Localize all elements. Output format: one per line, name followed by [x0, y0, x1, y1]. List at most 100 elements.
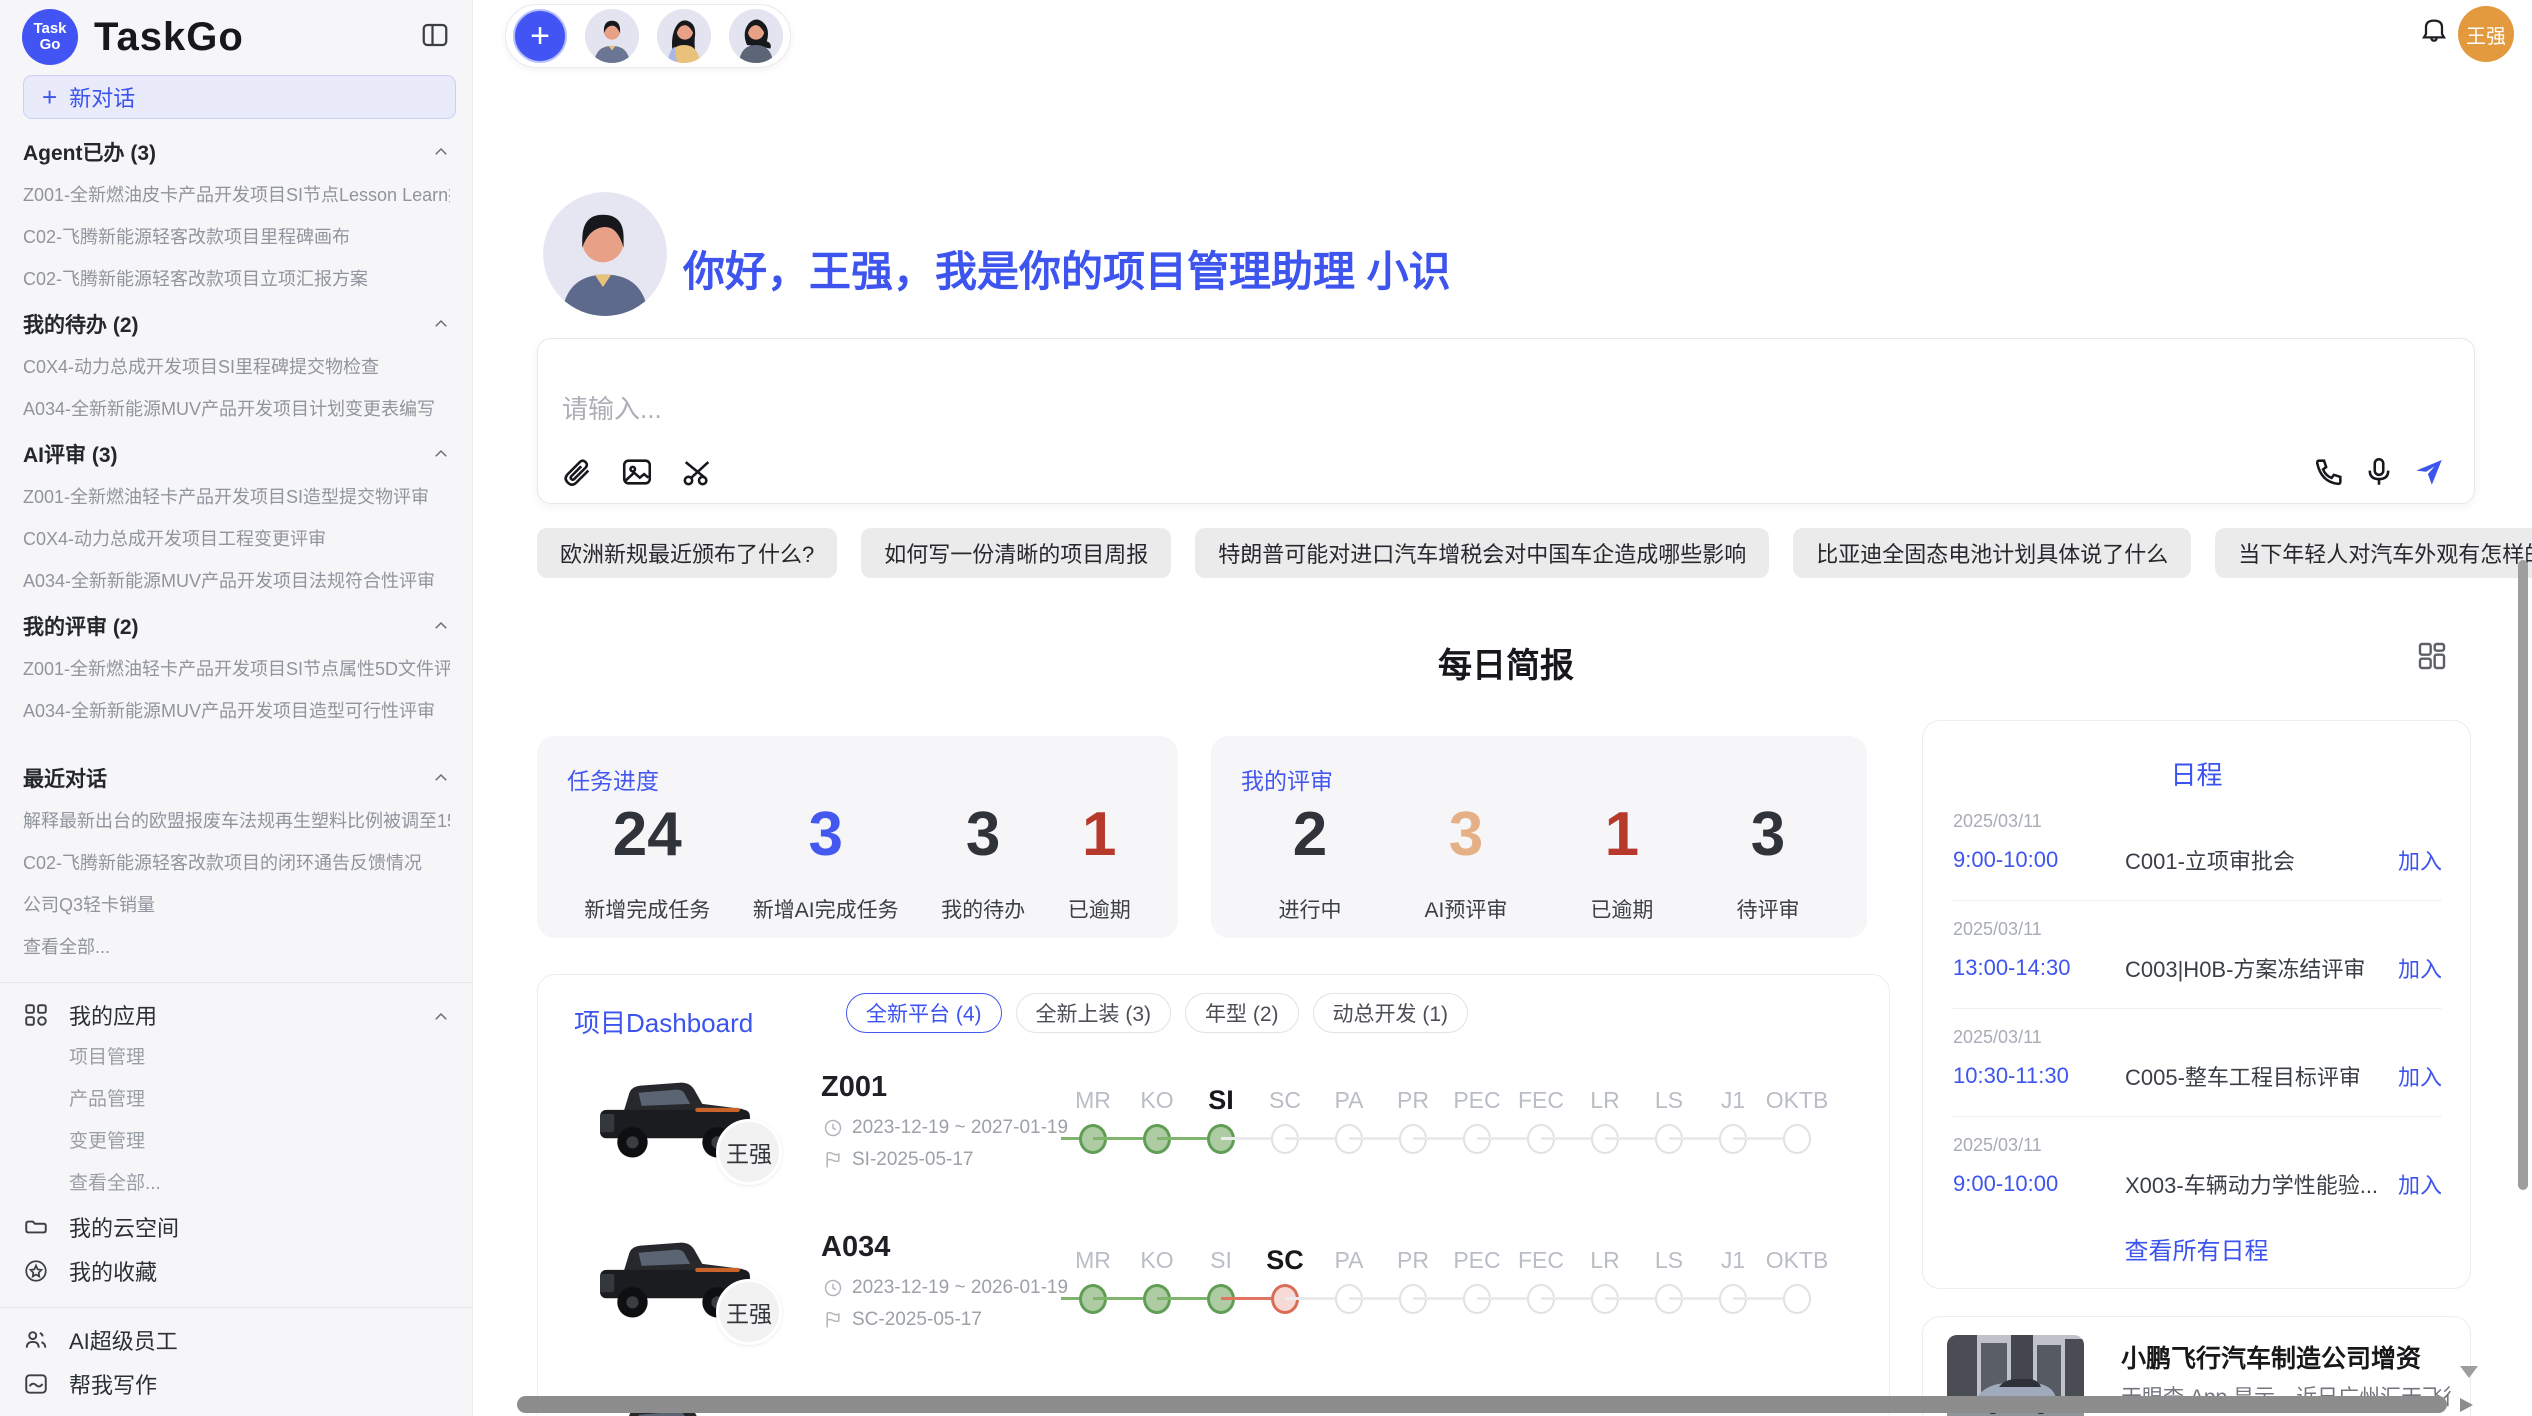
join-link[interactable]: 加入: [2398, 1168, 2442, 1200]
milestone-dot-OKTB[interactable]: [1783, 1284, 1811, 1314]
project-dashboard-card: 项目Dashboard 全新平台 (4) 全新上装 (3) 年型 (2) 动总开发 (…: [537, 974, 1890, 1416]
list-item[interactable]: 特朗普可能对进口汽车增税会对中国车企造成哪些影响: [1195, 528, 1769, 578]
chevron-up-icon[interactable]: [432, 315, 450, 333]
list-item[interactable]: 公司Q3轻卡销量: [23, 884, 450, 926]
microphone-icon[interactable]: [2362, 455, 2396, 489]
scroll-down-arrow-icon[interactable]: [2460, 1366, 2478, 1378]
section-header-my-review[interactable]: 我的评审 (2): [23, 604, 450, 648]
list-item[interactable]: 如何写一份清晰的项目周报: [861, 528, 1171, 578]
milestone-dot-OKTB[interactable]: [1783, 1124, 1811, 1154]
sidebar-item-favorites[interactable]: 我的收藏: [23, 1249, 450, 1293]
logo-text-top: Task: [33, 21, 66, 37]
milestone-label-PR: PR: [1381, 1083, 1445, 1117]
sidebar-item-ai-super-staff[interactable]: AI超级员工: [23, 1318, 450, 1362]
horizontal-scrollbar[interactable]: [517, 1396, 2447, 1413]
sidebar-collapse-icon[interactable]: [420, 20, 450, 50]
list-item[interactable]: C02-飞腾新能源轻客改款项目立项汇报方案: [23, 258, 450, 300]
list-item[interactable]: 解释最新出台的欧盟报废车法规再生塑料比例被调至15%...: [23, 800, 450, 842]
sidebar-item-my-apps[interactable]: 我的应用: [23, 993, 450, 1037]
list-item[interactable]: 当下年轻人对汽车外观有怎样的喜好趋势: [2215, 528, 2532, 578]
layout-grid-icon[interactable]: [2416, 640, 2448, 672]
scissors-icon[interactable]: [680, 455, 714, 489]
milestone-label-MR: MR: [1061, 1083, 1125, 1117]
vertical-scrollbar[interactable]: [2518, 560, 2528, 1190]
phone-icon[interactable]: [2312, 455, 2346, 489]
list-item[interactable]: C02-飞腾新能源轻客改款项目的闭环通告反馈情况: [23, 842, 450, 884]
chevron-up-icon[interactable]: [432, 143, 450, 161]
image-icon[interactable]: [620, 455, 654, 489]
schedule-event: 2025/03/1110:30-11:30C005-整车工程目标评审加入: [1953, 1027, 2442, 1117]
list-item[interactable]: 变更管理: [23, 1121, 450, 1163]
stat-new-ai-done: 3新增AI完成任务: [753, 798, 899, 924]
section-header-ai-review[interactable]: AI评审 (3): [23, 432, 450, 476]
list-item[interactable]: Z001-全新燃油轻卡产品开发项目SI造型提交物评审: [23, 476, 450, 518]
project-id: A034: [821, 1231, 890, 1264]
list-item[interactable]: 产品管理: [23, 1079, 450, 1121]
apps-view-all[interactable]: 查看全部...: [23, 1163, 450, 1205]
dashboard-tab-3[interactable]: 动总开发 (1): [1313, 993, 1469, 1033]
cloud-folder-icon: [23, 1214, 49, 1240]
view-all-schedule-link[interactable]: 查看所有日程: [1923, 1231, 2470, 1266]
chevron-up-icon[interactable]: [432, 445, 450, 463]
list-item[interactable]: 比亚迪全固态电池计划具体说了什么: [1793, 528, 2191, 578]
session-avatar-1[interactable]: [585, 9, 639, 63]
join-link[interactable]: 加入: [2398, 844, 2442, 876]
dashboard-tabs: 全新平台 (4) 全新上装 (3) 年型 (2) 动总开发 (1): [846, 993, 1468, 1033]
recent-list: 解释最新出台的欧盟报废车法规再生塑料比例被调至15%...C02-飞腾新能源轻客…: [23, 800, 450, 926]
list-item[interactable]: C02-飞腾新能源轻客改款项目里程碑画布: [23, 216, 450, 258]
assistant-avatar: [543, 192, 667, 316]
event-time: 13:00-14:30: [1953, 955, 2125, 981]
dashboard-tab-1[interactable]: 全新上装 (3): [1016, 993, 1172, 1033]
project-row-A034[interactable]: 王强A0342023-12-19 ~ 2026-01-19SC-2025-05-…: [538, 1215, 1890, 1373]
user-avatar[interactable]: 王强: [2458, 6, 2514, 62]
new-session-button[interactable]: +: [513, 9, 567, 63]
join-link[interactable]: 加入: [2398, 952, 2442, 984]
join-link[interactable]: 加入: [2398, 1060, 2442, 1092]
my-todo-list: C0X4-动力总成开发项目SI里程碑提交物检查A034-全新新能源MUV产品开发…: [23, 346, 450, 430]
list-item[interactable]: A034-全新新能源MUV产品开发项目法规符合性评审: [23, 560, 450, 602]
dashboard-tab-0[interactable]: 全新平台 (4): [846, 993, 1002, 1033]
sidebar-scroll-area[interactable]: Agent已办 (3) Z001-全新燃油皮卡产品开发项目SI节点Lesson …: [0, 128, 473, 1416]
list-item[interactable]: Z001-全新燃油轻卡产品开发项目SI节点属性5D文件评审: [23, 648, 450, 690]
list-item[interactable]: C0X4-动力总成开发项目工程变更评审: [23, 518, 450, 560]
chevron-up-icon[interactable]: [432, 617, 450, 635]
list-item[interactable]: Z001-全新燃油皮卡产品开发项目SI节点Lesson Learn报告: [23, 174, 450, 216]
chevron-up-icon[interactable]: [432, 769, 450, 787]
session-avatar-2[interactable]: [657, 9, 711, 63]
card-label: 我的评审: [1241, 762, 1333, 796]
daily-briefing-title: 每日简报: [537, 638, 2475, 687]
list-item[interactable]: A034-全新新能源MUV产品开发项目计划变更表编写: [23, 388, 450, 430]
recent-view-all[interactable]: 查看全部...: [23, 926, 450, 968]
list-item[interactable]: A034-全新新能源MUV产品开发项目造型可行性评审: [23, 690, 450, 732]
clock-icon: [823, 1118, 843, 1138]
paperclip-icon[interactable]: [560, 455, 594, 489]
section-header-agent-done[interactable]: Agent已办 (3): [23, 130, 450, 174]
dashboard-title: 项目Dashboard: [574, 1003, 753, 1040]
card-label: 任务进度: [567, 762, 659, 796]
chat-input-placeholder: 请输入...: [562, 389, 662, 426]
send-icon[interactable]: [2412, 455, 2446, 489]
agent-done-list: Z001-全新燃油皮卡产品开发项目SI节点Lesson Learn报告C02-飞…: [23, 174, 450, 300]
session-avatar-3[interactable]: [729, 9, 783, 63]
event-time: 9:00-10:00: [1953, 847, 2125, 873]
list-item[interactable]: C0X4-动力总成开发项目SI里程碑提交物检查: [23, 346, 450, 388]
chevron-up-icon[interactable]: [432, 1006, 450, 1024]
list-item[interactable]: 欧洲新规最近颁布了什么?: [537, 528, 837, 578]
milestone-label-LR: LR: [1573, 1243, 1637, 1277]
sidebar-item-creative-draw[interactable]: 创意制图: [23, 1406, 450, 1416]
milestone-label-J1: J1: [1701, 1083, 1765, 1117]
scroll-right-arrow-icon[interactable]: [2460, 1398, 2473, 1412]
list-item[interactable]: 项目管理: [23, 1037, 450, 1079]
dashboard-tab-2[interactable]: 年型 (2): [1185, 993, 1299, 1033]
project-row-Z001[interactable]: 王强Z0012023-12-19 ~ 2027-01-19SI-2025-05-…: [538, 1055, 1890, 1213]
sidebar-item-cloud-space[interactable]: 我的云空间: [23, 1205, 450, 1249]
chat-input-box[interactable]: 请输入...: [537, 338, 2475, 504]
sidebar-item-help-write[interactable]: 帮我写作: [23, 1362, 450, 1406]
new-chat-button[interactable]: + 新对话: [23, 75, 456, 119]
event-name: C001-立项审批会: [2125, 844, 2398, 876]
section-header-my-todo[interactable]: 我的待办 (2): [23, 302, 450, 346]
notification-bell-icon[interactable]: [2418, 14, 2450, 46]
section-header-recent[interactable]: 最近对话: [23, 756, 450, 800]
milestone-label-OKTB: OKTB: [1765, 1243, 1829, 1277]
clock-icon: [823, 1278, 843, 1298]
